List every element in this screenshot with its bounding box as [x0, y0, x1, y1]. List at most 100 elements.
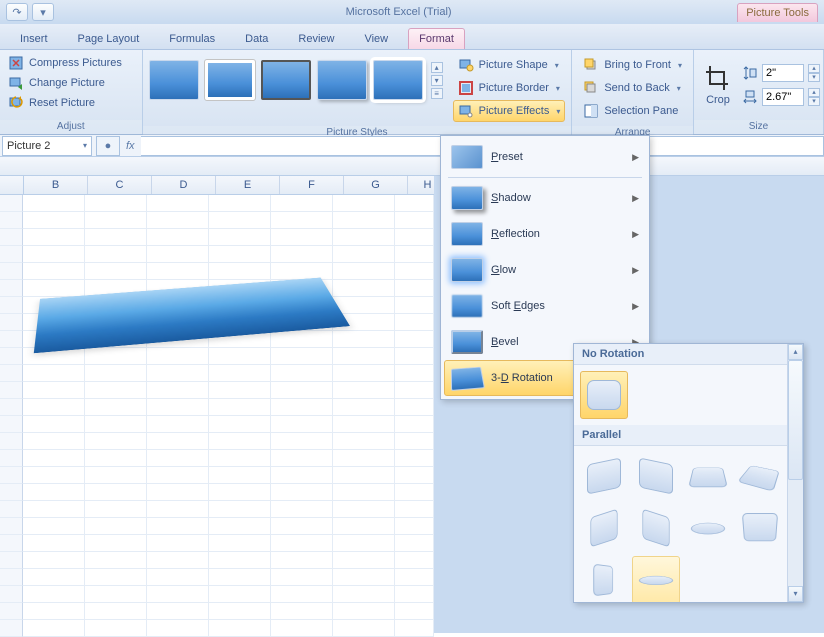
gallery-up-button[interactable]: ▴	[431, 62, 443, 73]
rotation-parallel-2[interactable]	[632, 452, 680, 500]
compress-pictures-button[interactable]: Compress Pictures	[6, 54, 124, 72]
tab-page-layout[interactable]: Page Layout	[68, 29, 150, 49]
compress-icon	[8, 55, 24, 71]
crop-label: Crop	[706, 94, 730, 106]
picture-effects-label: Picture Effects	[479, 105, 550, 117]
select-all-corner[interactable]	[0, 176, 24, 194]
reflection-icon	[451, 222, 483, 246]
height-down[interactable]: ▾	[808, 73, 820, 82]
change-picture-icon	[8, 75, 24, 91]
picture-border-icon	[458, 80, 474, 96]
bring-front-icon	[583, 57, 599, 73]
rotation-parallel-10[interactable]	[632, 556, 680, 603]
send-to-back-button[interactable]: Send to Back ▾	[578, 77, 687, 99]
bring-to-front-label: Bring to Front	[604, 59, 671, 71]
picture-shape-button[interactable]: Picture Shape▾	[453, 54, 566, 76]
formula-bar: Picture 2 ▾ ● fx	[0, 135, 824, 157]
width-up[interactable]: ▴	[808, 88, 820, 97]
col-header-g[interactable]: G	[344, 176, 408, 194]
rotation-3d-gallery: No Rotation Parallel Perspective ▴ ▾	[573, 343, 804, 603]
chevron-down-icon: ▾	[677, 84, 681, 93]
tab-format[interactable]: Format	[408, 28, 465, 49]
effects-glow-item[interactable]: Glow ▶	[444, 252, 646, 288]
reset-picture-button[interactable]: Reset Picture	[6, 94, 97, 112]
qat-customize-button[interactable]: ▾	[32, 3, 54, 21]
selection-pane-button[interactable]: Selection Pane	[578, 100, 687, 122]
rotation-parallel-6[interactable]	[632, 504, 680, 552]
effects-preset-item[interactable]: PPresetreset ▶	[444, 139, 646, 175]
reset-picture-icon	[8, 95, 24, 111]
effects-reflection-item[interactable]: Reflection ▶	[444, 216, 646, 252]
shadow-icon	[451, 186, 483, 210]
change-picture-label: Change Picture	[29, 77, 105, 89]
effects-reflection-label: Reflection	[491, 228, 540, 240]
picture-style-3[interactable]	[261, 60, 311, 100]
picture-border-button[interactable]: Picture Border▾	[453, 77, 566, 99]
gallery-scrollbar[interactable]: ▴ ▾	[787, 344, 803, 602]
col-header-b[interactable]: B	[24, 176, 88, 194]
change-picture-button[interactable]: Change Picture	[6, 74, 107, 92]
effects-soft-edges-label: Soft Edges	[491, 300, 545, 312]
picture-style-4[interactable]	[317, 60, 367, 100]
height-up[interactable]: ▴	[808, 64, 820, 73]
picture-style-2[interactable]	[205, 60, 255, 100]
parallel-section-label: Parallel	[574, 425, 803, 446]
width-down[interactable]: ▾	[808, 97, 820, 106]
width-icon	[742, 89, 758, 105]
bevel-icon	[451, 330, 483, 354]
picture-style-1[interactable]	[149, 60, 199, 100]
rotation-parallel-1[interactable]	[580, 452, 628, 500]
grid[interactable]	[0, 195, 434, 637]
rotation-parallel-8[interactable]	[736, 504, 784, 552]
height-input[interactable]	[762, 64, 804, 82]
effects-bevel-label: Bevel	[491, 336, 519, 348]
rotation-parallel-4[interactable]	[736, 452, 784, 500]
tab-formulas[interactable]: Formulas	[159, 29, 225, 49]
picture-effects-icon	[458, 103, 474, 119]
scroll-down-button[interactable]: ▾	[788, 586, 803, 602]
picture-style-5[interactable]	[373, 60, 423, 100]
tab-data[interactable]: Data	[235, 29, 278, 49]
glow-icon	[451, 258, 483, 282]
col-header-e[interactable]: E	[216, 176, 280, 194]
send-to-back-label: Send to Back	[604, 82, 669, 94]
fx-label[interactable]: fx	[120, 140, 141, 152]
tab-insert[interactable]: Insert	[10, 29, 58, 49]
group-picture-styles: ▴ ▾ ≡ Picture Shape▾ Picture Border▾ Pic…	[143, 50, 573, 134]
gallery-more-button[interactable]: ≡	[431, 88, 443, 99]
rotation-parallel-7[interactable]	[684, 504, 732, 552]
width-input[interactable]	[762, 88, 804, 106]
quick-access-toolbar: ↷ ▾	[0, 3, 60, 21]
rotation-parallel-3[interactable]	[684, 452, 732, 500]
scroll-up-button[interactable]: ▴	[788, 344, 803, 360]
col-header-c[interactable]: C	[88, 176, 152, 194]
selection-pane-icon	[583, 103, 599, 119]
height-field: ▴▾	[742, 64, 820, 82]
tab-review[interactable]: Review	[288, 29, 344, 49]
rotation-none-thumb[interactable]	[580, 371, 628, 419]
tab-view[interactable]: View	[354, 29, 398, 49]
crop-button[interactable]: Crop	[700, 62, 736, 108]
qat-redo-button[interactable]: ↷	[6, 3, 28, 21]
col-header-f[interactable]: F	[280, 176, 344, 194]
effects-soft-edges-item[interactable]: Soft Edges ▶	[444, 288, 646, 324]
selection-pane-label: Selection Pane	[604, 105, 678, 117]
no-rotation-section-label: No Rotation	[574, 344, 803, 365]
picture-shape-icon	[458, 57, 474, 73]
name-box[interactable]: Picture 2 ▾	[2, 136, 92, 156]
contextual-tab-label: Picture Tools	[737, 3, 818, 22]
fx-cancel-button[interactable]: ●	[96, 136, 120, 156]
gallery-down-button[interactable]: ▾	[431, 75, 443, 86]
scroll-thumb[interactable]	[788, 360, 803, 480]
effects-glow-label: Glow	[491, 264, 516, 276]
rotation-parallel-5[interactable]	[580, 504, 628, 552]
submenu-arrow-icon: ▶	[632, 152, 639, 163]
rotation-3d-icon	[451, 367, 485, 391]
col-header-d[interactable]: D	[152, 176, 216, 194]
bring-to-front-button[interactable]: Bring to Front▾	[578, 54, 687, 76]
picture-effects-button[interactable]: Picture Effects▾	[453, 100, 566, 122]
effects-shadow-item[interactable]: Shadow ▶	[444, 180, 646, 216]
reset-picture-label: Reset Picture	[29, 97, 95, 109]
rotation-parallel-9[interactable]	[580, 556, 628, 603]
name-box-dropdown-icon[interactable]: ▾	[83, 141, 87, 150]
